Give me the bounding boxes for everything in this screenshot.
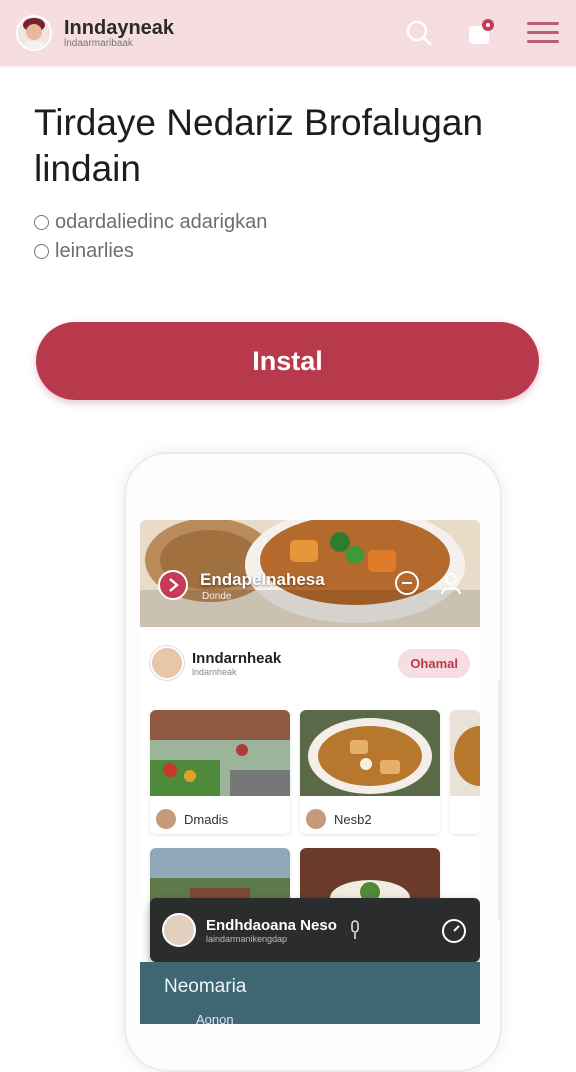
search-icon[interactable]	[402, 16, 436, 50]
player-title: Endhdaoana Neso	[206, 916, 337, 934]
bottom-section[interactable]: Neomaria Aonon	[140, 962, 480, 1024]
app-name: Inndayneak	[64, 16, 175, 39]
player-avatar	[162, 913, 196, 947]
card-label: Dmadis	[184, 811, 229, 827]
hero-banner[interactable]: Endapelnahesa Donde	[140, 520, 480, 627]
channel-name: Inndarnheak	[192, 649, 282, 667]
notification-icon[interactable]	[464, 16, 498, 50]
mini-player[interactable]: Endhdaoana Neso laindarmanikengdap	[150, 898, 480, 962]
channel-profile: Inndarnheak lndarnheak Ohamal	[140, 627, 480, 699]
player-subtitle: laindarmanikengdap	[206, 933, 288, 944]
card-image-stew	[300, 710, 440, 796]
menu-icon[interactable]	[526, 16, 560, 50]
meta-line-1: odardaliedinc adarigkan	[55, 211, 268, 233]
hero-subtitle: Donde	[202, 591, 232, 602]
app-header: Inndayneak lndaarmaribaak	[0, 0, 576, 66]
play-button[interactable]	[158, 570, 188, 600]
user-icon[interactable]	[438, 570, 464, 596]
scrollbar[interactable]	[498, 680, 501, 920]
meta-line-2: leinarlies	[55, 240, 134, 262]
app-subtitle: lndaarmaribaak	[64, 37, 133, 49]
card-avatar	[306, 809, 326, 829]
card-image-market	[150, 710, 290, 796]
channel-avatar[interactable]	[150, 646, 184, 680]
install-button[interactable]: Instal	[36, 322, 539, 400]
content-card[interactable]	[450, 710, 480, 834]
channel-subtitle: lndarnheak	[192, 666, 237, 677]
card-label: Nesb2	[334, 811, 372, 827]
info-icon	[34, 244, 49, 259]
content-card[interactable]: Dmadis	[150, 710, 290, 834]
card-avatar	[156, 809, 176, 829]
app-headline: Tirdaye Nedariz Brofalugan lindain	[34, 102, 484, 189]
mic-icon[interactable]	[347, 919, 363, 941]
timer-icon[interactable]	[440, 916, 468, 944]
hero-title: Endapelnahesa	[200, 570, 325, 589]
bottom-title: Neomaria	[164, 976, 247, 997]
card-image-partial	[450, 710, 480, 796]
phone-screen: Endapelnahesa Donde Inndarnheak lndarnhe…	[140, 520, 480, 1024]
app-meta: odardaliedinc adarigkan leinarlies	[34, 208, 267, 266]
info-icon	[34, 215, 49, 230]
profile-avatar[interactable]	[16, 15, 52, 51]
content-card[interactable]: Nesb2	[300, 710, 440, 834]
chat-icon[interactable]	[394, 570, 420, 596]
channel-action-button[interactable]: Ohamal	[398, 648, 470, 678]
bottom-subtitle: Aonon	[196, 1012, 234, 1024]
